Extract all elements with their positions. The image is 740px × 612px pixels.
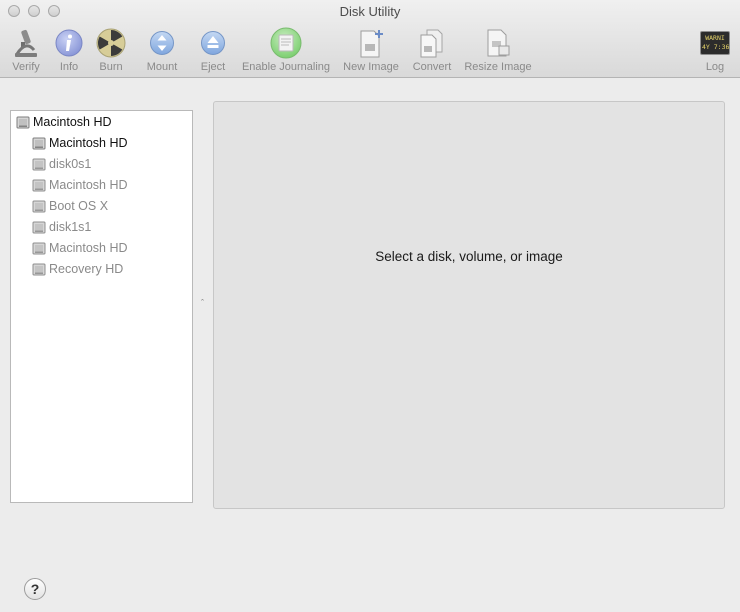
list-item-label: Macintosh HD xyxy=(33,114,112,129)
toolbar: Verify Info Burn Mount Eject Enable Jour… xyxy=(0,26,740,76)
list-item-label: Boot OS X xyxy=(49,198,109,213)
hard-drive-icon xyxy=(16,116,30,128)
verify-button[interactable]: Verify xyxy=(8,26,44,73)
burn-button[interactable]: Burn xyxy=(94,26,128,73)
log-icon-line-2: 4Y 7:36 xyxy=(702,43,730,51)
resize-image-icon xyxy=(487,29,510,57)
list-item-label: Macintosh HD xyxy=(49,240,128,255)
window-title: Disk Utility xyxy=(339,4,401,19)
hard-drive-icon xyxy=(32,158,46,170)
list-item[interactable]: Macintosh HD xyxy=(11,111,192,132)
log-icon-line-1: WARNI xyxy=(705,34,725,42)
list-item[interactable]: disk1s1 xyxy=(11,216,192,237)
detail-panel: Select a disk, volume, or image xyxy=(213,101,725,509)
info-label: Info xyxy=(59,61,79,73)
hard-drive-icon xyxy=(32,263,46,275)
info-button[interactable]: Info xyxy=(52,26,86,73)
eject-label: Eject xyxy=(200,61,226,73)
splitter-handle[interactable]: ˆ xyxy=(201,298,204,308)
journaling-icon xyxy=(270,27,302,59)
verify-label: Verify xyxy=(12,61,40,73)
microscope-icon xyxy=(15,29,37,57)
log-label: Log xyxy=(705,61,725,73)
resize-image-button[interactable]: Resize Image xyxy=(461,26,535,73)
new-image-button[interactable]: New Image xyxy=(341,26,401,73)
empty-state-message: Select a disk, volume, or image xyxy=(375,249,563,264)
eject-button[interactable]: Eject xyxy=(194,26,232,73)
list-item-label: disk0s1 xyxy=(49,156,92,171)
list-item-label: disk1s1 xyxy=(49,219,92,234)
hard-drive-icon xyxy=(32,179,46,191)
title-bar: Disk Utility Verify Info Burn Mount Ejec… xyxy=(0,0,740,78)
disk-list[interactable]: Macintosh HD Macintosh HD disk0s1 Macint… xyxy=(10,110,193,503)
convert-label: Convert xyxy=(412,61,452,73)
eject-icon xyxy=(201,31,225,55)
new-image-label: New Image xyxy=(343,61,399,73)
console-log-icon: WARNI 4Y 7:36 xyxy=(700,31,730,55)
list-item[interactable]: Boot OS X xyxy=(11,195,192,216)
list-item-label: Macintosh HD xyxy=(49,135,128,150)
log-button[interactable]: WARNI 4Y 7:36 Log xyxy=(698,26,732,73)
hard-drive-icon xyxy=(32,200,46,212)
convert-icon xyxy=(420,29,443,58)
radiation-icon xyxy=(96,28,126,58)
enable-journaling-button[interactable]: Enable Journaling xyxy=(238,26,334,73)
mount-label: Mount xyxy=(146,61,178,73)
list-item[interactable]: disk0s1 xyxy=(11,153,192,174)
new-image-icon xyxy=(360,30,383,58)
mount-icon xyxy=(150,31,174,55)
list-item-label: Recovery HD xyxy=(49,261,124,276)
list-item[interactable]: Macintosh HD xyxy=(11,237,192,258)
info-icon xyxy=(55,29,83,57)
hard-drive-icon xyxy=(32,242,46,254)
burn-label: Burn xyxy=(99,61,123,73)
disk-utility-window: Disk Utility Verify Info Burn Mount Ejec… xyxy=(0,0,740,612)
list-item-label: Macintosh HD xyxy=(49,177,128,192)
help-button[interactable]: ? xyxy=(24,578,46,600)
list-item[interactable]: Recovery HD xyxy=(11,258,192,279)
list-item[interactable]: Macintosh HD xyxy=(11,132,192,153)
hard-drive-icon xyxy=(32,137,46,149)
enable-journaling-label: Enable Journaling xyxy=(241,61,331,73)
convert-button[interactable]: Convert xyxy=(410,26,454,73)
list-item[interactable]: Macintosh HD xyxy=(11,174,192,195)
hard-drive-icon xyxy=(32,221,46,233)
mount-button[interactable]: Mount xyxy=(142,26,182,73)
resize-image-label: Resize Image xyxy=(464,61,532,73)
